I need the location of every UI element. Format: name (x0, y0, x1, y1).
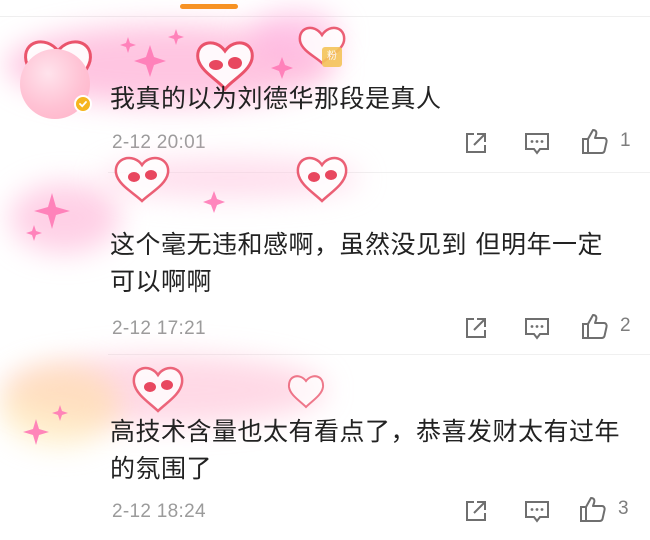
reply-button[interactable] (523, 497, 551, 525)
comment-feed: 粉 我真的以为刘德华那段是真人 2-12 20:01 1 这个毫无违和感啊，虽然… (0, 0, 650, 540)
reply-button[interactable] (523, 129, 551, 157)
fan-badge: 粉 (322, 47, 342, 67)
comment-icon (525, 318, 549, 340)
comment-item: 这个毫无违和感啊，虽然没见到 但明年一定可以啊啊 2-12 17:21 2 (0, 156, 650, 355)
like-count: 2 (620, 315, 631, 336)
like-count: 3 (618, 498, 629, 519)
share-button[interactable] (462, 314, 490, 342)
verified-badge-icon (74, 95, 92, 113)
heart-icon (132, 366, 184, 413)
tab-indicator (180, 4, 238, 9)
like-button[interactable]: 2 (580, 311, 631, 341)
share-icon (466, 133, 486, 153)
sparkle-icon (23, 405, 68, 445)
comment-timestamp: 2-12 20:01 (112, 132, 206, 153)
thumbs-up-icon (582, 129, 608, 154)
heart-icon (287, 375, 325, 409)
thumbs-up-icon (580, 497, 606, 522)
share-icon (466, 501, 486, 521)
thumbs-up-icon (582, 314, 608, 339)
share-button[interactable] (462, 129, 490, 157)
comment-item: 高技术含量也太有看点了，恭喜发财太有过年的氛围了 2-12 18:24 3 (0, 355, 650, 540)
like-count: 1 (620, 130, 631, 151)
sparkle-icon (120, 29, 293, 79)
comment-text: 高技术含量也太有看点了，恭喜发财太有过年的氛围了 (110, 417, 621, 483)
comment-text: 我真的以为刘德华那段是真人 (110, 84, 442, 113)
comment-timestamp: 2-12 18:24 (112, 501, 206, 522)
comment-icon (525, 501, 549, 523)
reply-button[interactable] (523, 314, 551, 342)
like-button[interactable]: 3 (578, 494, 629, 524)
like-button[interactable]: 1 (580, 126, 631, 156)
share-button[interactable] (462, 497, 490, 525)
share-icon (466, 318, 486, 338)
comment-icon (525, 133, 549, 155)
comment-timestamp: 2-12 17:21 (112, 318, 206, 339)
comment-text: 这个毫无违和感啊，虽然没见到 但明年一定可以啊啊 (110, 230, 603, 296)
comment-item: 粉 我真的以为刘德华那段是真人 2-12 20:01 1 (0, 11, 650, 173)
